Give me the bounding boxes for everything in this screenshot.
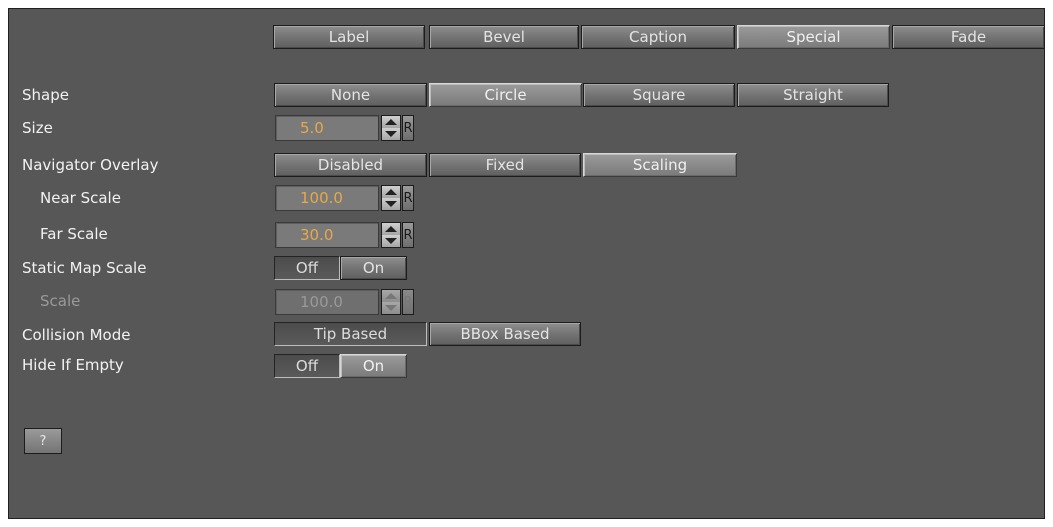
far-scale-spinner[interactable]	[381, 222, 401, 248]
static-map-scale-on-button[interactable]: On	[340, 256, 407, 280]
spinner-up-icon[interactable]	[382, 223, 400, 235]
collision-bbox-based-button[interactable]: BBox Based	[429, 322, 581, 346]
scale-input: 100.0	[275, 289, 379, 315]
collision-tip-based-button[interactable]: Tip Based	[274, 322, 427, 346]
navigator-scaling-button[interactable]: Scaling	[583, 153, 737, 177]
shape-straight-button[interactable]: Straight	[737, 83, 889, 107]
near-scale-input[interactable]: 100.0	[275, 185, 379, 211]
tab-fade[interactable]: Fade	[892, 25, 1045, 49]
hide-if-empty-label: Hide If Empty	[22, 356, 124, 374]
tab-special[interactable]: Special	[737, 25, 890, 49]
near-scale-label: Near Scale	[40, 189, 121, 207]
hide-if-empty-off-button[interactable]: Off	[274, 354, 340, 378]
help-button[interactable]: ?	[24, 428, 62, 454]
tab-bevel[interactable]: Bevel	[429, 25, 579, 49]
size-input[interactable]: 5.0	[275, 115, 379, 141]
near-scale-spinner[interactable]	[381, 185, 401, 211]
far-scale-label: Far Scale	[40, 225, 108, 243]
spinner-up-icon	[382, 290, 400, 302]
size-reset-button[interactable]: R	[402, 115, 414, 141]
scale-spinner	[381, 289, 401, 315]
scale-reset-button: R	[402, 289, 414, 315]
near-scale-reset-button[interactable]: R	[402, 185, 414, 211]
far-scale-input[interactable]: 30.0	[275, 222, 379, 248]
static-map-scale-off-button[interactable]: Off	[274, 256, 340, 280]
shape-none-button[interactable]: None	[274, 83, 427, 107]
shape-label: Shape	[22, 86, 69, 104]
navigator-overlay-label: Navigator Overlay	[22, 156, 159, 174]
spinner-down-icon[interactable]	[382, 198, 400, 210]
far-scale-reset-button[interactable]: R	[402, 222, 414, 248]
collision-mode-label: Collision Mode	[22, 326, 131, 344]
navigator-fixed-button[interactable]: Fixed	[429, 153, 581, 177]
navigator-disabled-button[interactable]: Disabled	[274, 153, 427, 177]
spinner-up-icon[interactable]	[382, 186, 400, 198]
spinner-down-icon[interactable]	[382, 235, 400, 247]
spinner-down-icon[interactable]	[382, 128, 400, 140]
shape-circle-button[interactable]: Circle	[429, 83, 582, 107]
tab-label[interactable]: Label	[273, 25, 425, 49]
hide-if-empty-on-button[interactable]: On	[340, 354, 407, 378]
static-map-scale-label: Static Map Scale	[22, 259, 147, 277]
size-spinner[interactable]	[381, 115, 401, 141]
size-label: Size	[22, 119, 53, 137]
tab-caption[interactable]: Caption	[581, 25, 735, 49]
spinner-up-icon[interactable]	[382, 116, 400, 128]
shape-square-button[interactable]: Square	[583, 83, 735, 107]
spinner-down-icon	[382, 302, 400, 314]
scale-label: Scale	[40, 292, 81, 310]
